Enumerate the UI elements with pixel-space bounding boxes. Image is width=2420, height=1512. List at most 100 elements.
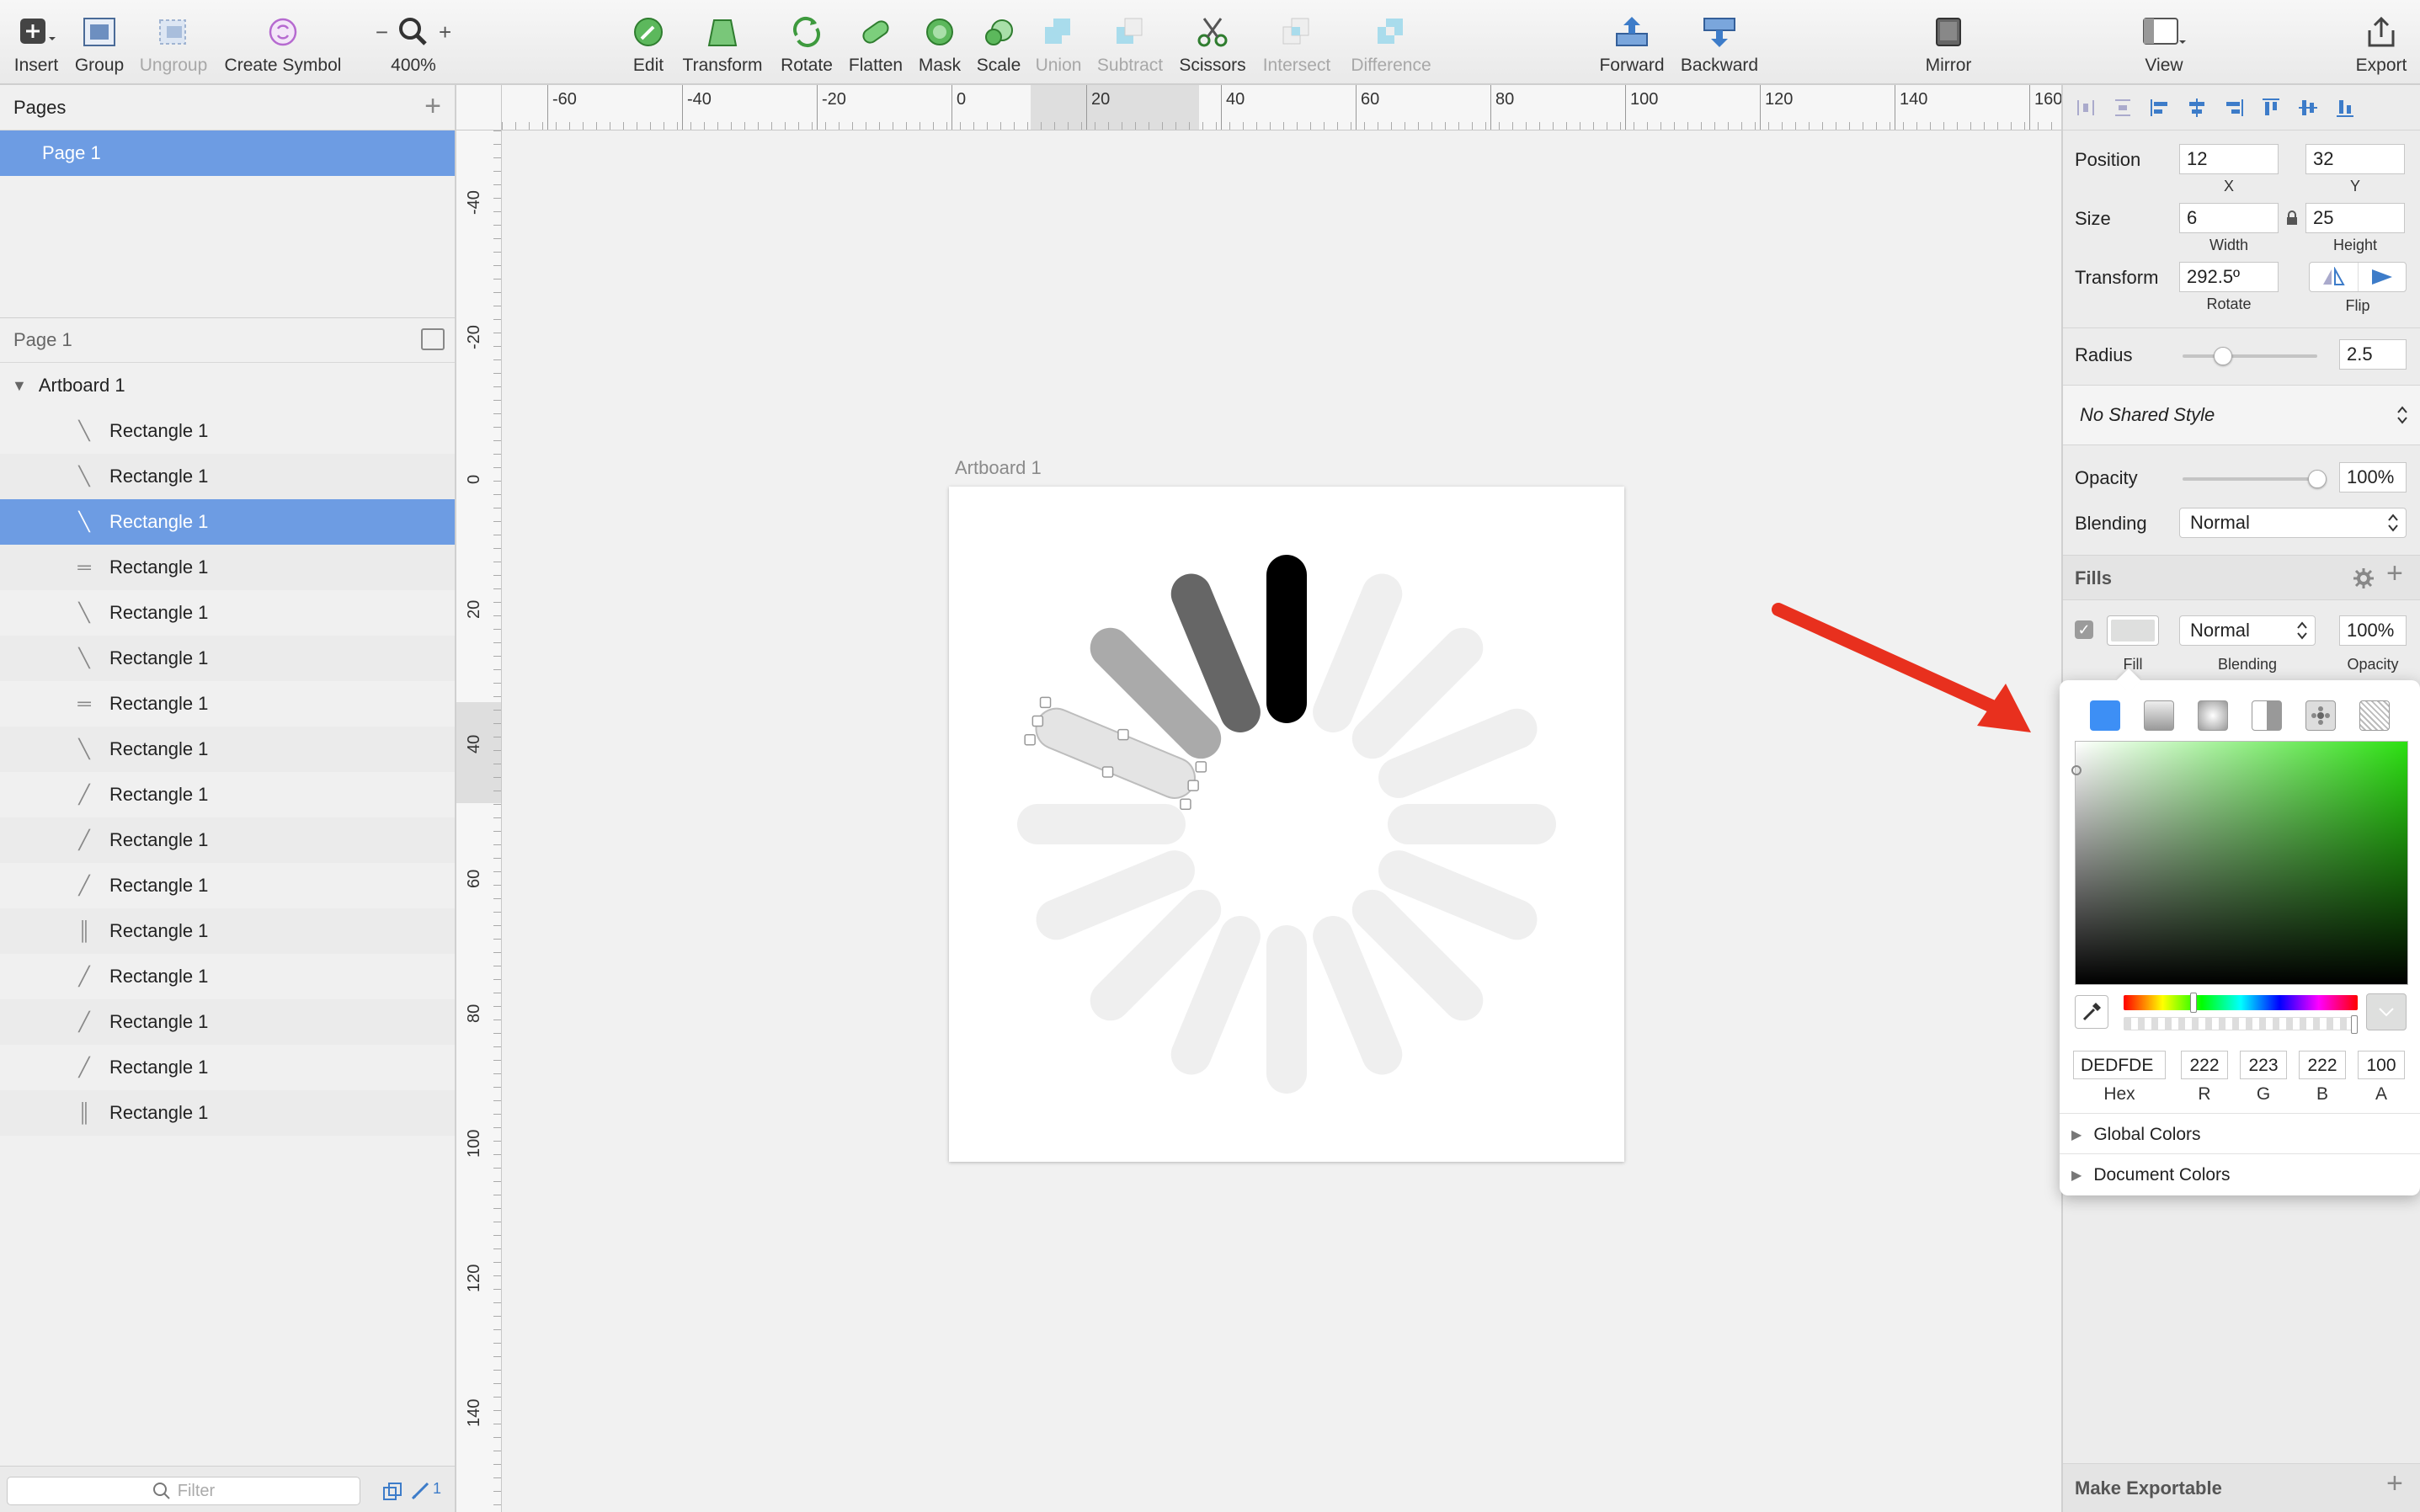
layer-row[interactable]: ╱ Rectangle 1 — [0, 817, 455, 863]
height-field[interactable]: 25 — [2305, 203, 2405, 233]
layer-row[interactable]: ╲ Rectangle 1 — [0, 636, 455, 681]
zoom-control[interactable]: − + 400% — [360, 12, 466, 76]
forward-button[interactable]: Forward — [1596, 12, 1667, 76]
layer-row[interactable]: ╲ Rectangle 1 — [0, 499, 455, 545]
page-item[interactable]: Page 1 — [0, 130, 455, 176]
distribute-vertical-icon[interactable] — [2112, 97, 2134, 119]
fill-blending-select[interactable]: Normal — [2179, 615, 2316, 646]
flip-vertical-button[interactable] — [2359, 263, 2407, 291]
filter-field[interactable]: Filter — [7, 1477, 360, 1505]
export-button[interactable]: Export — [2348, 12, 2415, 76]
align-center-icon[interactable] — [2186, 97, 2208, 119]
alpha-field[interactable]: 100 — [2358, 1051, 2405, 1079]
slice-filter-icon[interactable] — [409, 1480, 431, 1502]
layer-row[interactable]: ═ Rectangle 1 — [0, 545, 455, 590]
layer-row[interactable]: ╱ Rectangle 1 — [0, 1045, 455, 1090]
resize-handle[interactable] — [1024, 733, 1036, 746]
rotate-button[interactable]: Rotate — [773, 12, 840, 76]
align-left-icon[interactable] — [2149, 97, 2171, 119]
mask-button[interactable]: Mask — [913, 12, 967, 76]
horizontal-ruler[interactable]: -60 -40 -20 0 20 40 60 80 100 120 140 160 — [502, 85, 2062, 130]
vertical-ruler[interactable]: -40 -20 0 20 40 60 80 100 120 140 — [456, 130, 502, 1512]
resize-handle[interactable] — [1101, 766, 1114, 778]
artboard-title[interactable]: Artboard 1 — [955, 457, 1042, 479]
noise-fill-type-button[interactable] — [2359, 700, 2390, 731]
saturation-brightness-area[interactable] — [2071, 741, 2408, 985]
global-colors-disclosure[interactable]: ▶ Global Colors — [2071, 1125, 2201, 1145]
edit-button[interactable]: Edit — [621, 12, 675, 76]
align-middle-icon[interactable] — [2297, 97, 2319, 119]
resize-handle[interactable] — [1117, 728, 1129, 741]
insert-button[interactable]: Insert — [8, 12, 64, 76]
hue-slider-knob[interactable] — [2190, 993, 2198, 1013]
linear-gradient-type-button[interactable] — [2144, 700, 2174, 731]
collapse-pages-icon[interactable] — [421, 328, 445, 350]
radius-slider[interactable] — [2183, 354, 2317, 358]
align-bottom-icon[interactable] — [2334, 97, 2356, 119]
red-field[interactable]: 222 — [2181, 1051, 2228, 1079]
x-field[interactable]: 12 — [2179, 144, 2279, 174]
subtract-button[interactable]: Subtract — [1090, 12, 1170, 76]
spinner-spoke[interactable] — [1017, 804, 1186, 844]
y-field[interactable]: 32 — [2305, 144, 2405, 174]
view-button[interactable]: View — [2130, 12, 2198, 76]
union-button[interactable]: Union — [1031, 12, 1086, 76]
fill-opacity-field[interactable]: 100% — [2339, 615, 2407, 646]
alpha-slider[interactable] — [2124, 1017, 2358, 1030]
alpha-slider-knob[interactable] — [2351, 1015, 2358, 1034]
eyedropper-button[interactable] — [2075, 995, 2108, 1029]
layer-row[interactable]: ║ Rectangle 1 — [0, 1090, 455, 1136]
scissors-button[interactable]: Scissors — [1175, 12, 1250, 76]
rotate-field[interactable]: 292.5º — [2179, 262, 2279, 292]
radius-field[interactable]: 2.5 — [2339, 339, 2407, 370]
add-fill-button[interactable]: + — [2386, 557, 2403, 590]
resize-handle[interactable] — [1039, 696, 1052, 709]
angular-gradient-type-button[interactable] — [2252, 700, 2282, 731]
resize-handle[interactable] — [1031, 715, 1044, 727]
document-colors-disclosure[interactable]: ▶ Document Colors — [2071, 1165, 2231, 1185]
make-exportable-bar[interactable]: Make Exportable + — [2063, 1463, 2420, 1512]
layer-row[interactable]: ╲ Rectangle 1 — [0, 454, 455, 499]
radius-slider-knob[interactable] — [2214, 347, 2232, 365]
zoom-in-button[interactable]: + — [439, 19, 451, 45]
opacity-slider-knob[interactable] — [2308, 470, 2327, 488]
spinner-spoke[interactable] — [1266, 925, 1307, 1094]
group-button[interactable]: Group — [72, 12, 126, 76]
layer-row[interactable]: ╱ Rectangle 1 — [0, 954, 455, 999]
resize-handle[interactable] — [1195, 761, 1207, 773]
layer-row[interactable]: ╱ Rectangle 1 — [0, 772, 455, 817]
layer-row[interactable]: ╱ Rectangle 1 — [0, 999, 455, 1045]
layer-row[interactable]: ═ Rectangle 1 — [0, 681, 455, 727]
artboard[interactable] — [949, 487, 1624, 1162]
symbols-filter-icon[interactable] — [382, 1482, 404, 1502]
spinner-spoke[interactable] — [1266, 555, 1307, 723]
solid-fill-type-button[interactable] — [2090, 700, 2120, 731]
flatten-button[interactable]: Flatten — [845, 12, 906, 76]
layer-row[interactable]: ╱ Rectangle 1 — [0, 863, 455, 908]
opacity-field[interactable]: 100% — [2339, 462, 2407, 492]
hex-field[interactable]: DEDFDE — [2073, 1051, 2166, 1079]
align-right-icon[interactable] — [2223, 97, 2245, 119]
layer-row[interactable]: ╲ Rectangle 1 — [0, 727, 455, 772]
color-cursor[interactable] — [2071, 765, 2082, 775]
flip-horizontal-button[interactable] — [2310, 263, 2359, 291]
intersect-button[interactable]: Intersect — [1258, 12, 1335, 76]
hue-slider[interactable] — [2124, 995, 2358, 1010]
lock-icon[interactable] — [2285, 210, 2299, 226]
shared-style-select[interactable]: No Shared Style — [2063, 386, 2420, 445]
blue-field[interactable]: 222 — [2299, 1051, 2346, 1079]
green-field[interactable]: 223 — [2240, 1051, 2287, 1079]
distribute-horizontal-icon[interactable] — [2075, 97, 2097, 119]
disclosure-triangle-icon[interactable]: ▼ — [12, 377, 27, 395]
resize-handle[interactable] — [1180, 798, 1191, 811]
artboard-layer[interactable]: ▼ Artboard 1 — [0, 363, 455, 408]
transform-button[interactable]: Transform — [679, 12, 766, 76]
width-field[interactable]: 6 — [2179, 203, 2279, 233]
spinner-spoke[interactable] — [1388, 804, 1556, 844]
blending-select[interactable]: Normal — [2179, 508, 2407, 538]
scale-button[interactable]: Scale — [972, 12, 1026, 76]
layer-row[interactable]: ╲ Rectangle 1 — [0, 590, 455, 636]
fill-color-well[interactable] — [2107, 615, 2159, 646]
add-export-button[interactable]: + — [2386, 1467, 2403, 1500]
gear-icon[interactable] — [2353, 567, 2375, 589]
